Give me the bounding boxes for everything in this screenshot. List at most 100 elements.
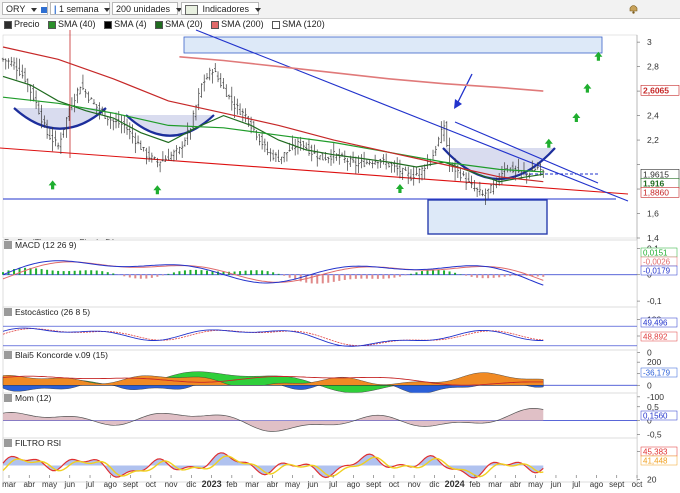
histogram-bar — [327, 274, 330, 283]
x-tick-label: oct — [389, 480, 400, 489]
histogram-bar — [46, 269, 49, 275]
period-select[interactable]: | 1 semana — [50, 2, 111, 15]
histogram-bar — [365, 274, 368, 279]
value-tag-label: 48,892 — [643, 333, 668, 342]
x-tick-label: dic — [186, 480, 196, 489]
indicators-button[interactable]: Indicadores — [181, 2, 261, 15]
bell-icon[interactable] — [628, 4, 639, 14]
indicator-panels: MACD (12 26 9)0,10-0,10,0151-0,0026-0,01… — [2, 239, 678, 485]
units-label: 200 unidades — [116, 4, 171, 14]
histogram-bar — [371, 274, 374, 279]
histogram-bar — [492, 274, 495, 278]
x-tick-label: jun — [550, 480, 562, 489]
symbol-label: ORY — [6, 4, 26, 14]
histogram-bar — [376, 274, 379, 279]
chevron-down-icon — [104, 7, 111, 12]
histogram-bar — [261, 270, 264, 275]
x-tick-label: ago — [347, 480, 361, 489]
panel-title: Estocástico (26 8 5) — [15, 307, 90, 317]
histogram-bar — [167, 273, 170, 275]
histogram-bar — [310, 274, 313, 284]
symbol-select[interactable]: ORY — [2, 2, 48, 15]
histogram-bar — [134, 274, 137, 279]
histogram-bar — [409, 273, 412, 275]
histogram-bar — [178, 271, 181, 275]
toolbar: ORY | 1 semana 200 unidades Indicadores — [0, 0, 680, 19]
histogram-bar — [536, 274, 539, 277]
x-tick-label: sept — [609, 480, 625, 489]
value-tag-label: -0,0179 — [643, 267, 671, 276]
y-tick-label: -100 — [647, 392, 664, 402]
histogram-bar — [200, 270, 203, 275]
panel-rsi: FILTRO RSI802045,38341,448 — [2, 437, 678, 485]
x-tick-label: 2023 — [202, 479, 222, 489]
units-select[interactable]: 200 unidades — [112, 2, 182, 15]
panel-color-icon — [4, 394, 12, 402]
histogram-bar — [338, 274, 341, 281]
value-tag-label: 0,1560 — [643, 412, 668, 421]
x-tick-label: abr — [510, 480, 522, 489]
histogram-bar — [448, 271, 451, 275]
histogram-bar — [343, 274, 346, 280]
histogram-bar — [150, 274, 153, 278]
histogram-bar — [454, 272, 457, 275]
histogram-bar — [189, 269, 192, 275]
value-tag-label: 49,496 — [643, 319, 668, 328]
period-label: 1 semana — [59, 4, 99, 14]
histogram-bar — [35, 268, 38, 275]
x-tick-label: 2024 — [445, 479, 465, 489]
x-tick-label: feb — [226, 480, 238, 489]
histogram-bar — [288, 274, 291, 278]
histogram-bar — [84, 270, 87, 275]
histogram-bar — [481, 274, 484, 279]
indicators-icon — [185, 4, 198, 15]
panel-color-icon — [4, 439, 12, 447]
histogram-bar — [101, 271, 104, 275]
histogram-bar — [354, 274, 357, 279]
histogram-bar — [393, 274, 396, 278]
histogram-bar — [420, 271, 423, 275]
panel-title: Blai5 Koncorde v.09 (15) — [15, 350, 108, 360]
value-tag-label: -0,0026 — [643, 258, 671, 267]
panel-macd: MACD (12 26 9)0,10-0,10,0151-0,0026-0,01… — [2, 239, 678, 310]
histogram-bar — [156, 274, 159, 277]
histogram-bar — [112, 273, 115, 275]
x-tick-label: nov — [165, 480, 178, 489]
histogram-bar — [139, 274, 142, 279]
y-tick-label: 2,8 — [647, 62, 659, 72]
histogram-bar — [255, 270, 258, 275]
histogram-bar — [57, 270, 60, 275]
histogram-bar — [465, 274, 468, 276]
histogram-bar — [79, 270, 82, 275]
y-tick-label: -0,5 — [647, 429, 662, 439]
histogram-bar — [542, 274, 545, 277]
histogram-bar — [360, 274, 363, 279]
histogram-bar — [332, 274, 335, 282]
panel-title: Mom (12) — [15, 393, 52, 403]
histogram-bar — [509, 274, 512, 277]
y-tick-label: 1,6 — [647, 209, 659, 219]
histogram-bar — [503, 274, 506, 277]
histogram-bar — [426, 270, 429, 275]
price-tag-label: 1,8860 — [643, 187, 669, 197]
histogram-bar — [194, 269, 197, 275]
histogram-bar — [398, 274, 401, 277]
histogram-bar — [40, 269, 43, 275]
histogram-bar — [415, 272, 418, 275]
y-tick-label: 2,2 — [647, 135, 659, 145]
chart-area[interactable]: 1,41,61,82,22,42,832,60651,96151,9161,88… — [0, 18, 680, 493]
histogram-bar — [51, 270, 54, 275]
x-tick-label: sept — [366, 480, 382, 489]
x-tick-label: jun — [307, 480, 319, 489]
x-tick-label: may — [42, 480, 57, 489]
histogram-bar — [244, 270, 247, 275]
histogram-bar — [161, 274, 164, 276]
histogram-bar — [349, 274, 352, 280]
x-tick-label: jul — [328, 480, 337, 489]
histogram-bar — [470, 274, 473, 277]
histogram-bar — [68, 271, 71, 275]
histogram-bar — [62, 271, 65, 275]
histogram-bar — [95, 270, 98, 275]
histogram-bar — [123, 274, 126, 277]
histogram-bar — [476, 274, 479, 278]
